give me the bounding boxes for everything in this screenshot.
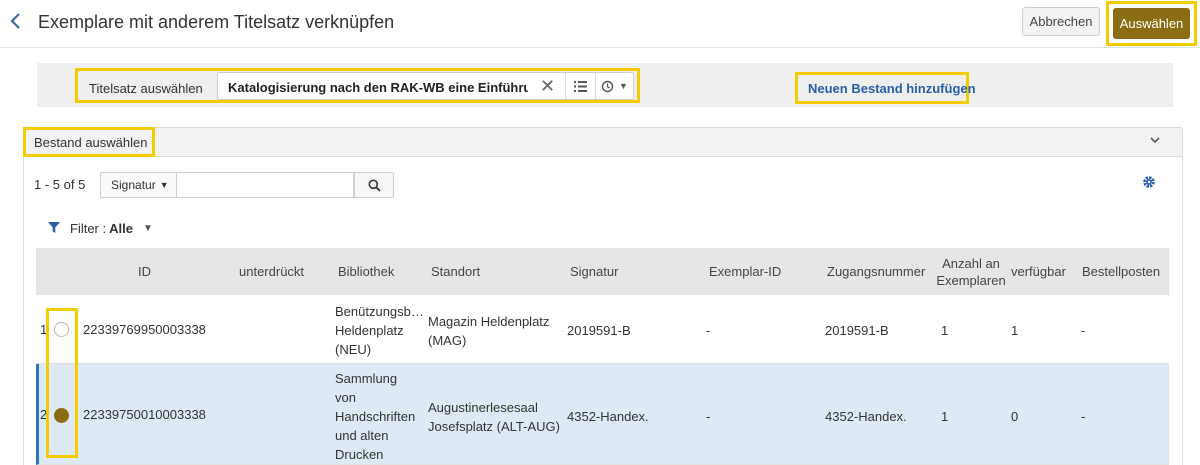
- table-header: ID unterdrückt Bibliothek Standort Signa…: [36, 248, 1169, 295]
- filter-dropdown[interactable]: Filter : Alle ▼: [48, 221, 153, 236]
- record-search-input[interactable]: Katalogisierung nach den RAK-WB eine Ein…: [217, 72, 634, 100]
- column-header-suppressed[interactable]: unterdrückt: [239, 248, 304, 295]
- column-header-library[interactable]: Bibliothek: [338, 248, 394, 295]
- column-header-id[interactable]: ID: [138, 248, 151, 295]
- cell-po-line: -: [1081, 323, 1086, 338]
- filter-icon: [48, 221, 60, 236]
- select-button-highlight: Auswählen: [1106, 1, 1197, 46]
- cell-item-id: -: [706, 323, 711, 338]
- column-header-accession[interactable]: Zugangsnummer: [827, 248, 925, 295]
- search-field-label: Signatur: [111, 178, 156, 192]
- table-row[interactable]: 1 22339769950003338 Benützungsb… Heldenp…: [36, 296, 1169, 364]
- cell-available: 0: [1011, 409, 1019, 424]
- search-field-select[interactable]: Signatur ▼: [100, 172, 176, 198]
- back-chevron-icon[interactable]: [8, 11, 28, 33]
- list-icon[interactable]: [565, 73, 595, 99]
- chevron-down-icon[interactable]: [1150, 131, 1160, 147]
- column-header-item-id[interactable]: Exemplar-ID: [709, 248, 781, 295]
- search-field-caret-icon: ▼: [159, 180, 169, 190]
- filter-value: Alle: [109, 221, 133, 236]
- cell-po-line: -: [1081, 409, 1086, 424]
- column-header-po-line[interactable]: Bestellposten: [1082, 248, 1160, 295]
- history-caret-icon: ▼: [619, 81, 628, 91]
- column-header-copies[interactable]: Anzahl an Exemplaren: [935, 248, 1007, 295]
- cell-library: Sammlung von Handschriften und alten Dru…: [335, 371, 416, 462]
- clear-icon[interactable]: ✕: [540, 76, 555, 97]
- cell-call-number: 2019591-B: [567, 323, 631, 338]
- section-title: Bestand auswählen: [34, 135, 148, 150]
- cell-accession: 4352-Handex.: [825, 409, 907, 424]
- page-title: Exemplare mit anderem Titelsatz verknüpf…: [38, 12, 395, 32]
- cell-id: 22339750010003338: [83, 407, 206, 422]
- history-icon[interactable]: ▼: [595, 73, 633, 99]
- record-input-value[interactable]: Katalogisierung nach den RAK-WB eine Ein…: [228, 80, 528, 95]
- record-select-label: Titelsatz auswählen: [89, 81, 203, 96]
- search-button[interactable]: [354, 172, 394, 198]
- cell-id: 22339769950003338: [83, 322, 206, 337]
- filter-label: Filter :: [70, 221, 107, 236]
- holding-search-input[interactable]: [176, 172, 354, 198]
- cell-location: Magazin Heldenplatz (MAG): [428, 314, 550, 348]
- cell-copies: 1: [941, 323, 949, 338]
- column-header-location[interactable]: Standort: [431, 248, 480, 295]
- column-header-available[interactable]: verfügbar: [1011, 248, 1066, 295]
- gear-icon[interactable]: [1142, 175, 1156, 194]
- cell-call-number: 4352-Handex.: [567, 409, 649, 424]
- cell-accession: 2019591-B: [825, 323, 889, 338]
- cell-item-id: -: [706, 409, 711, 424]
- select-button[interactable]: Auswählen: [1113, 8, 1190, 39]
- table-row-selected[interactable]: 2 22339750010003338 Sammlung von Handsch…: [36, 364, 1169, 465]
- column-header-call-number[interactable]: Signatur: [570, 248, 618, 295]
- new-holding-link[interactable]: Neuen Bestand hinzufügen: [808, 81, 976, 96]
- radio-column-highlight: [46, 308, 78, 458]
- cell-copies: 1: [941, 409, 949, 424]
- filter-caret-icon: ▼: [142, 223, 153, 234]
- result-count: 1 - 5 of 5: [34, 177, 86, 192]
- holdings-section-header[interactable]: [23, 127, 1183, 157]
- cell-library: Benützungsb… Heldenplatz (NEU): [335, 304, 424, 357]
- cell-available: 1: [1011, 323, 1019, 338]
- cell-location: Augustinerlesesaal Josefsplatz (ALT-AUG): [428, 400, 560, 434]
- search-icon: [368, 179, 381, 192]
- page-header: Exemplare mit anderem Titelsatz verknüpf…: [0, 0, 1200, 48]
- cancel-button[interactable]: Abbrechen: [1022, 7, 1100, 36]
